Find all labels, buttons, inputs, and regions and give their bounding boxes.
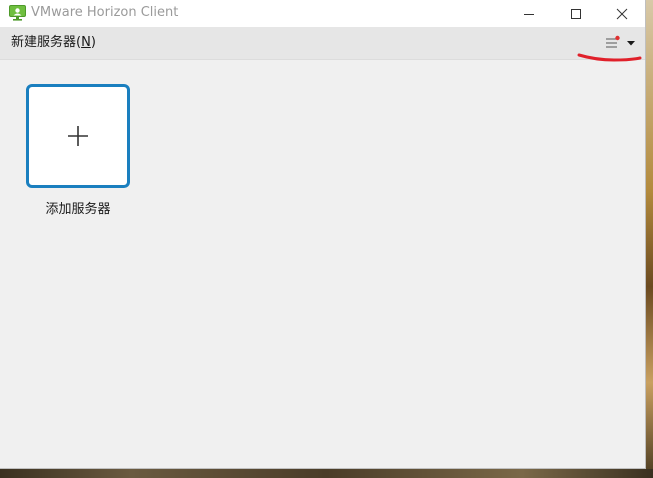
minimize-button[interactable] bbox=[506, 0, 552, 27]
menu-bar: 新建服务器(N) bbox=[0, 27, 645, 60]
close-button[interactable] bbox=[599, 0, 645, 27]
new-server-menu-label: 新建服务器 bbox=[11, 35, 77, 50]
red-underline-annotation bbox=[577, 53, 642, 62]
new-server-shortcut-close: ) bbox=[90, 35, 96, 50]
server-list-area: 添加服务器 bbox=[0, 60, 645, 468]
minimize-icon bbox=[524, 13, 534, 15]
new-server-menu[interactable]: 新建服务器(N) bbox=[11, 35, 96, 51]
desktop-background-right bbox=[646, 0, 653, 478]
chevron-down-icon bbox=[627, 41, 635, 46]
close-icon bbox=[616, 8, 628, 19]
maximize-icon bbox=[571, 8, 581, 19]
new-server-shortcut-key: N bbox=[81, 35, 91, 50]
add-server-tile[interactable] bbox=[26, 84, 130, 188]
vmware-horizon-app-icon bbox=[9, 5, 26, 21]
desktop-background-bottom bbox=[0, 469, 653, 478]
title-bar[interactable]: VMware Horizon Client bbox=[0, 0, 645, 27]
options-menu-button[interactable] bbox=[602, 33, 640, 53]
add-server-label: 添加服务器 bbox=[45, 202, 111, 217]
notification-dot-icon bbox=[615, 35, 620, 41]
horizon-client-window: VMware Horizon Client 新建服务器(N) 添加服务器 bbox=[0, 0, 646, 469]
hamburger-menu-icon bbox=[606, 35, 635, 48]
maximize-button[interactable] bbox=[553, 0, 599, 27]
window-title: VMware Horizon Client bbox=[31, 5, 179, 20]
plus-icon bbox=[68, 126, 88, 146]
